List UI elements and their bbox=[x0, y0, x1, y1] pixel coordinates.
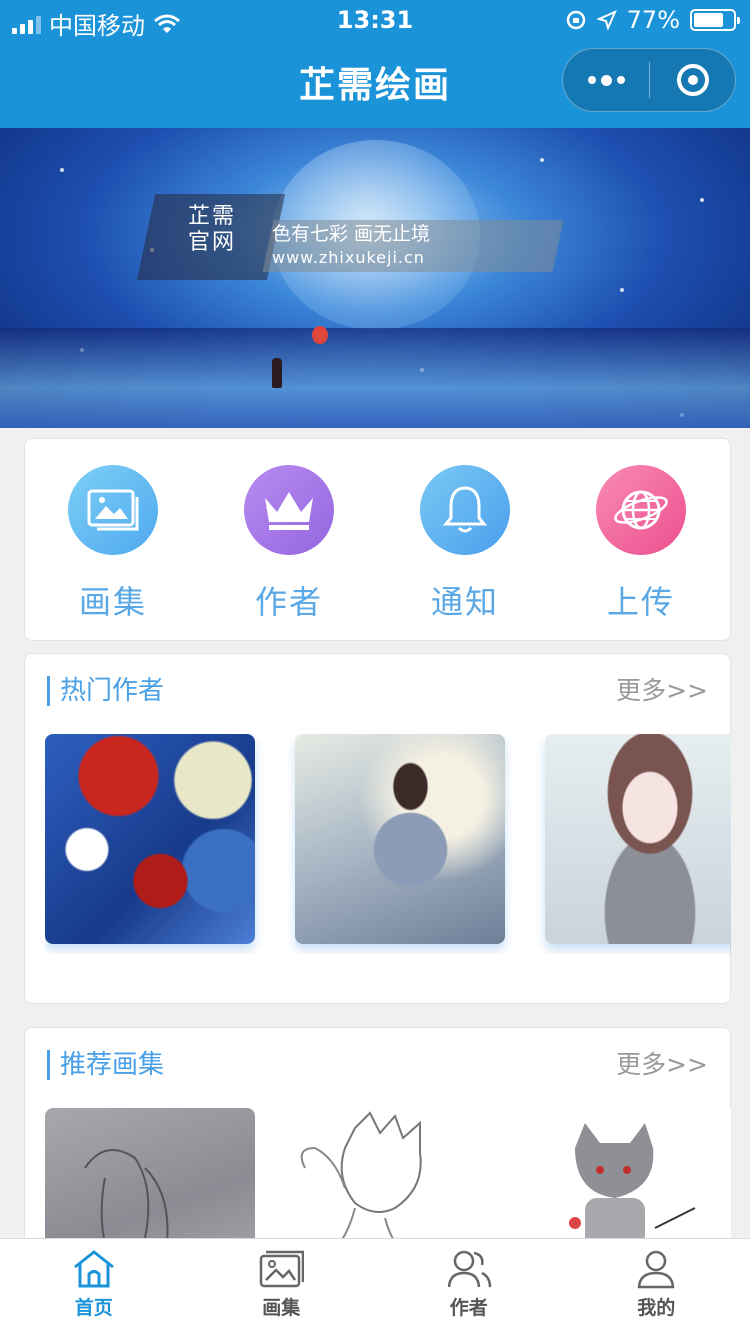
tab-bar: 首页 画集 作者 我的 bbox=[0, 1238, 750, 1334]
tab-label-mine: 我的 bbox=[637, 1297, 676, 1319]
mini-program-capsule bbox=[562, 48, 736, 112]
gallery-icon bbox=[260, 1250, 305, 1288]
rotation-lock-icon bbox=[566, 10, 585, 30]
battery-percent: 77% bbox=[626, 6, 680, 34]
tab-label-home: 首页 bbox=[74, 1297, 113, 1319]
author-card[interactable] bbox=[295, 734, 505, 944]
location-icon bbox=[596, 10, 617, 30]
user-icon bbox=[637, 1250, 675, 1289]
menu-item-notices[interactable]: 通知 bbox=[377, 439, 553, 640]
crown-icon bbox=[244, 465, 334, 555]
balloon-illustration bbox=[312, 326, 328, 344]
sea-illustration bbox=[0, 328, 750, 428]
banner-logo: 芷需 官网 bbox=[188, 204, 237, 255]
tab-label-gallery: 画集 bbox=[262, 1297, 301, 1319]
top-bar: 中国移动 13:31 77% 芷需绘画 bbox=[0, 0, 750, 128]
banner-slogan: 色有七彩 画无止境 www.zhixukeji.cn bbox=[272, 223, 431, 267]
quick-menu: 画集 作者 通知 上传 bbox=[24, 438, 731, 641]
recommended-title: 推荐画集 bbox=[47, 1050, 164, 1080]
menu-item-authors[interactable]: 作者 bbox=[201, 439, 377, 640]
hot-authors-list bbox=[45, 734, 731, 954]
tab-mine[interactable]: 我的 bbox=[563, 1239, 750, 1334]
menu-item-upload[interactable]: 上传 bbox=[553, 439, 729, 640]
status-bar: 中国移动 13:31 77% bbox=[0, 0, 750, 40]
girl-illustration bbox=[272, 358, 282, 388]
tab-home[interactable]: 首页 bbox=[0, 1239, 188, 1334]
home-icon bbox=[73, 1250, 114, 1288]
banner[interactable]: 芷需 官网 色有七彩 画无止境 www.zhixukeji.cn bbox=[0, 128, 750, 428]
author-card[interactable] bbox=[545, 734, 731, 944]
menu-label-upload: 上传 bbox=[606, 583, 675, 621]
gallery-icon bbox=[68, 465, 158, 555]
tab-label-authors: 作者 bbox=[449, 1297, 488, 1319]
tab-authors[interactable]: 作者 bbox=[375, 1239, 563, 1334]
hot-authors-more-link[interactable]: 更多>> bbox=[616, 676, 708, 706]
menu-label-notices: 通知 bbox=[430, 583, 499, 621]
close-button[interactable] bbox=[650, 64, 735, 96]
recommended-more-link[interactable]: 更多>> bbox=[616, 1050, 708, 1080]
more-button[interactable] bbox=[563, 48, 649, 112]
menu-item-gallery[interactable]: 画集 bbox=[25, 439, 201, 640]
menu-label-authors: 作者 bbox=[254, 583, 323, 621]
hot-authors-title: 热门作者 bbox=[47, 676, 164, 706]
globe-icon bbox=[596, 465, 686, 555]
menu-label-gallery: 画集 bbox=[78, 583, 147, 621]
hot-authors-section: 热门作者 更多>> bbox=[24, 653, 731, 1004]
battery-icon bbox=[690, 9, 740, 31]
tab-gallery[interactable]: 画集 bbox=[188, 1239, 376, 1334]
author-card[interactable] bbox=[45, 734, 255, 944]
bell-icon bbox=[420, 465, 510, 555]
users-icon bbox=[447, 1250, 491, 1288]
target-icon bbox=[676, 64, 709, 96]
